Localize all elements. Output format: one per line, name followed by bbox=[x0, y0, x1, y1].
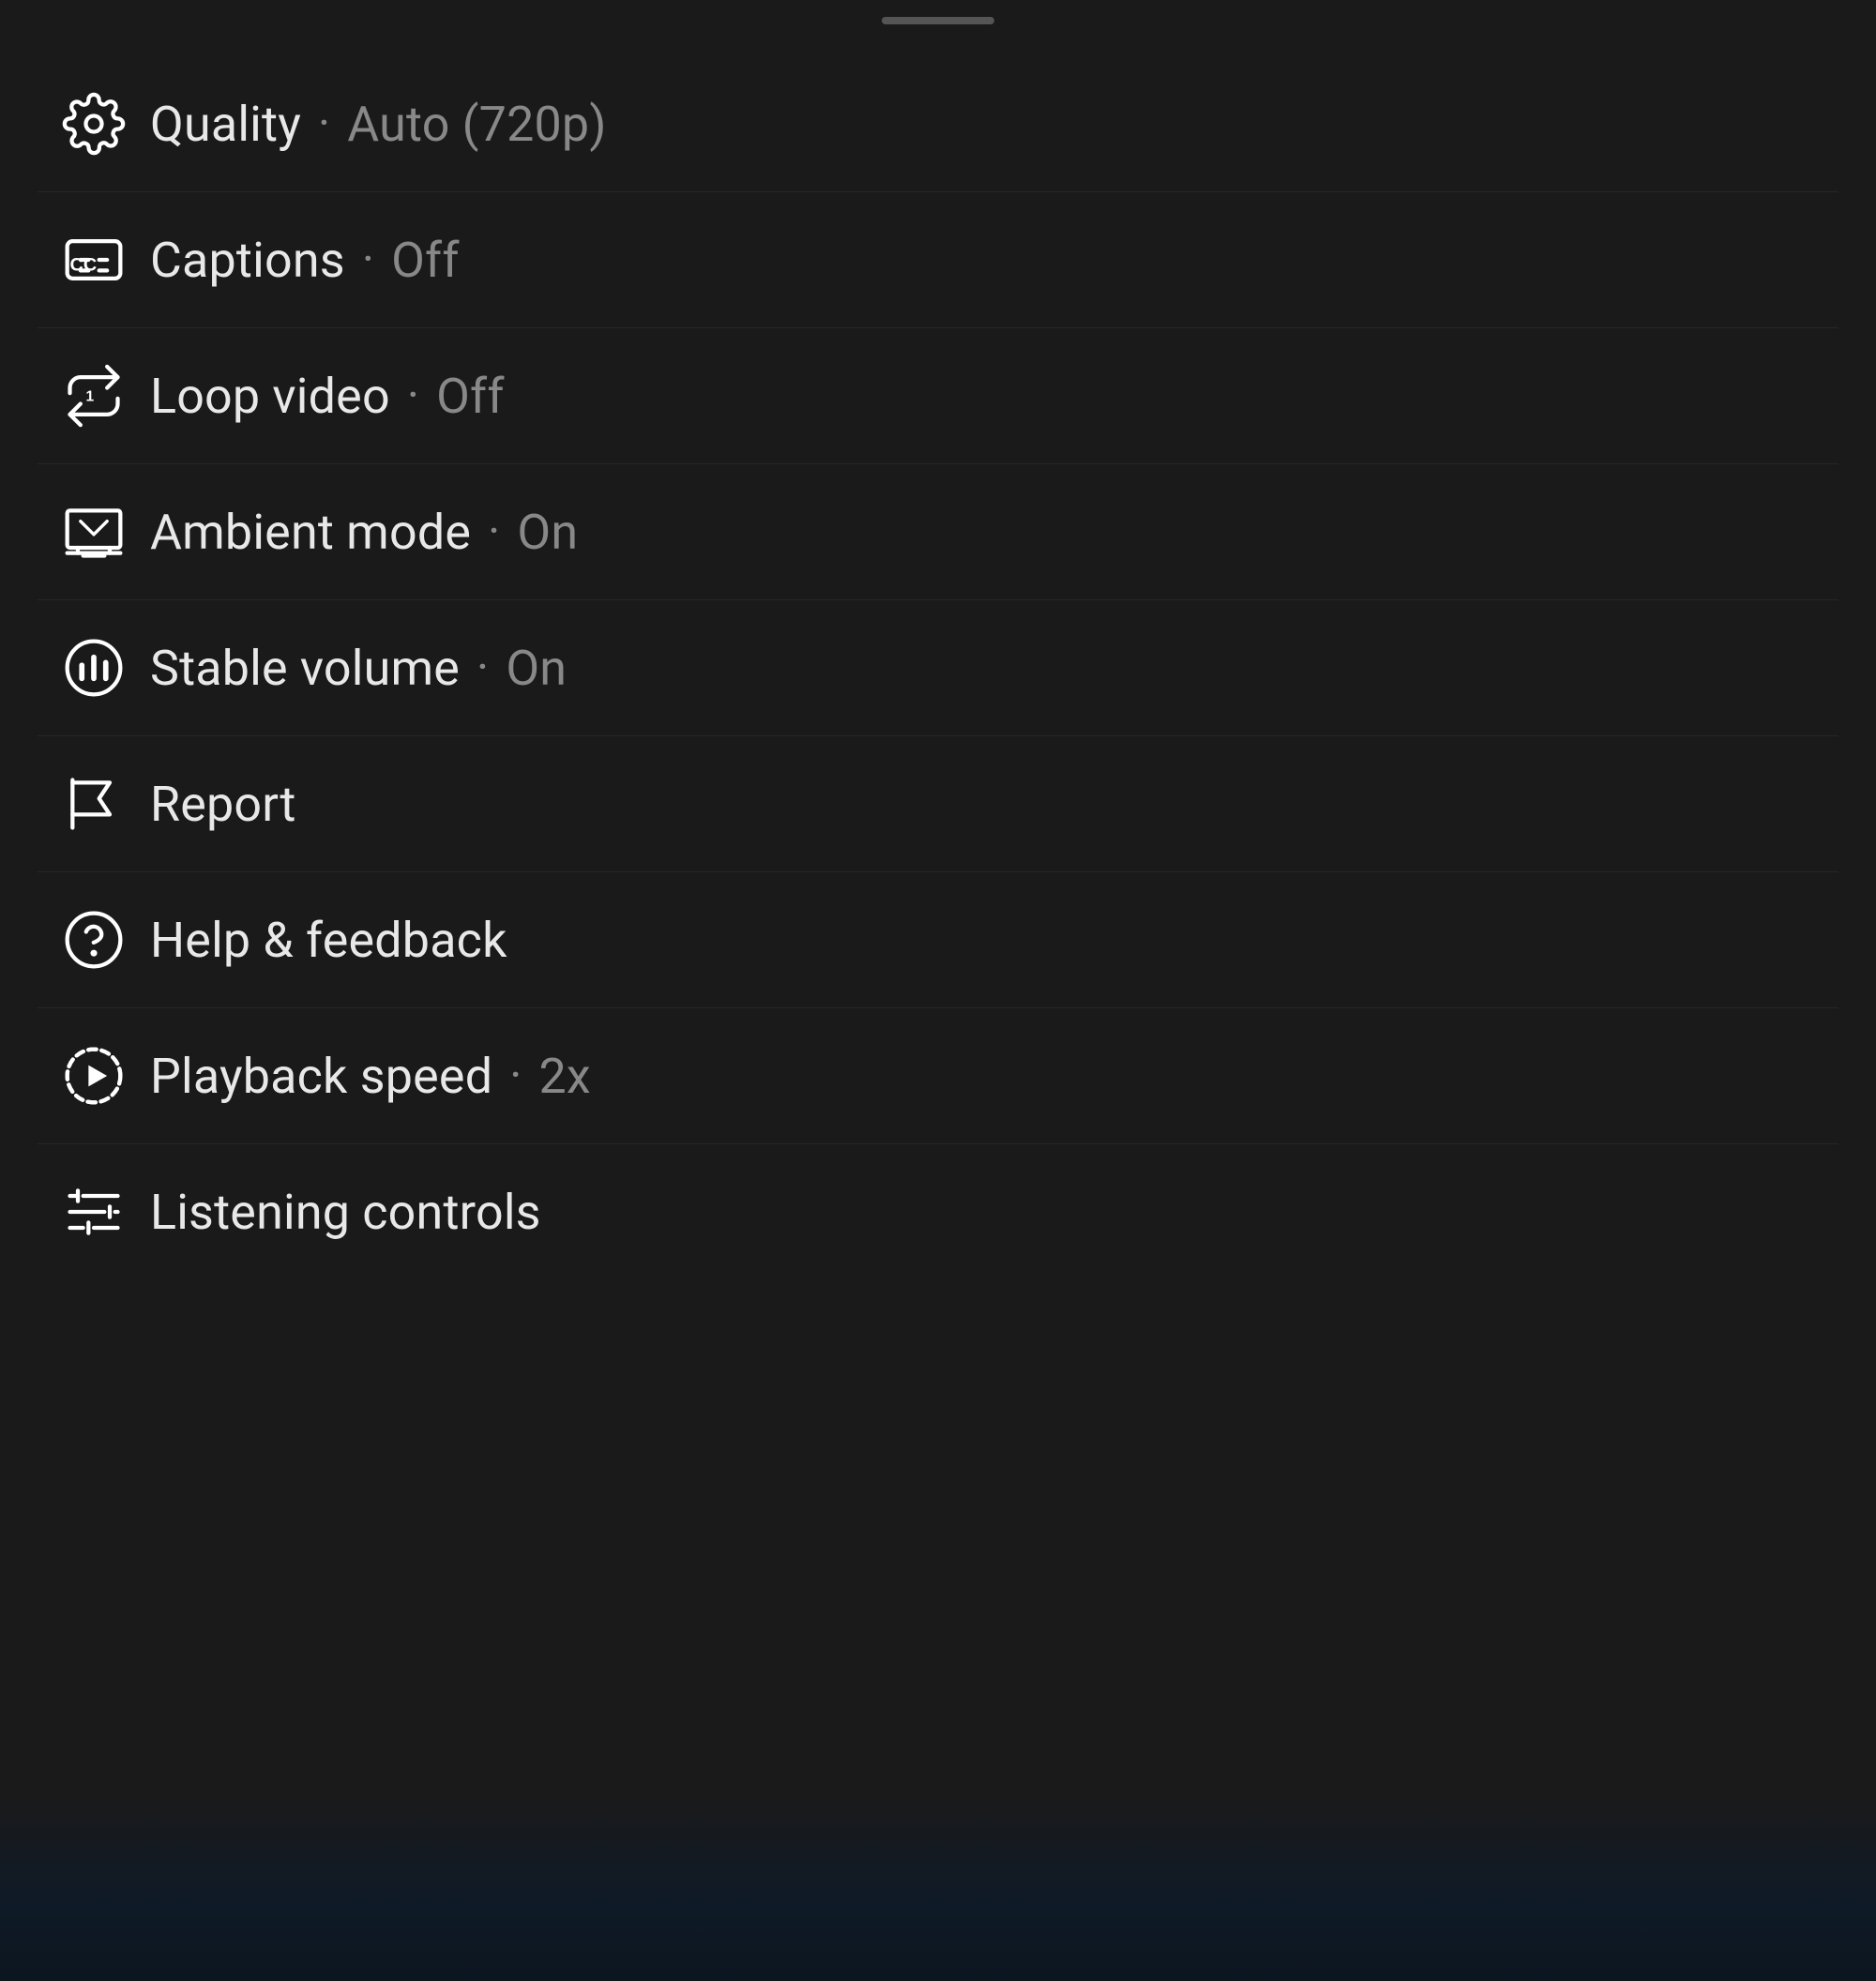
loop-video-menu-item[interactable]: 1 Loop video · Off bbox=[38, 328, 1838, 464]
playback-speed-separator: · bbox=[509, 1049, 522, 1103]
help-icon bbox=[38, 908, 150, 972]
stable-volume-icon bbox=[38, 636, 150, 700]
loop-video-separator: · bbox=[407, 369, 419, 423]
drag-handle bbox=[882, 17, 994, 24]
listening-controls-menu-item[interactable]: Listening controls bbox=[38, 1144, 1838, 1279]
quality-value: Auto (720p) bbox=[347, 96, 606, 153]
playback-speed-label: Playback speed bbox=[150, 1048, 492, 1105]
menu-container: Quality · Auto (720p) CC Captions · Off bbox=[0, 56, 1876, 1279]
svg-text:1: 1 bbox=[86, 389, 95, 405]
captions-value: Off bbox=[391, 232, 460, 289]
ambient-mode-menu-item[interactable]: Ambient mode · On bbox=[38, 464, 1838, 600]
help-feedback-label: Help & feedback bbox=[150, 912, 507, 969]
loop-icon: 1 bbox=[38, 364, 150, 428]
ambient-mode-value: On bbox=[517, 504, 578, 561]
listening-controls-label: Listening controls bbox=[150, 1184, 541, 1241]
loop-video-value: Off bbox=[436, 368, 505, 425]
help-feedback-menu-item[interactable]: Help & feedback bbox=[38, 872, 1838, 1008]
captions-separator: · bbox=[362, 233, 374, 287]
quality-separator: · bbox=[318, 97, 330, 151]
stable-volume-label: Stable volume bbox=[150, 640, 460, 697]
captions-menu-item[interactable]: CC Captions · Off bbox=[38, 192, 1838, 328]
report-label: Report bbox=[150, 776, 296, 833]
quality-menu-item[interactable]: Quality · Auto (720p) bbox=[38, 56, 1838, 192]
captions-icon: CC bbox=[38, 228, 150, 292]
listening-controls-icon bbox=[38, 1180, 150, 1244]
playback-speed-value: 2x bbox=[539, 1048, 591, 1105]
playback-speed-icon bbox=[38, 1044, 150, 1108]
ambient-icon bbox=[38, 500, 150, 564]
stable-volume-menu-item[interactable]: Stable volume · On bbox=[38, 600, 1838, 736]
playback-speed-menu-item[interactable]: Playback speed · 2x bbox=[38, 1008, 1838, 1144]
stable-volume-separator: · bbox=[477, 641, 489, 695]
report-menu-item[interactable]: Report bbox=[38, 736, 1838, 872]
ambient-mode-separator: · bbox=[488, 505, 500, 559]
flag-icon bbox=[38, 772, 150, 836]
bottom-background bbox=[0, 1793, 1876, 1981]
quality-label: Quality bbox=[150, 96, 301, 153]
stable-volume-value: On bbox=[506, 640, 567, 697]
ambient-mode-label: Ambient mode bbox=[150, 504, 471, 561]
loop-video-label: Loop video bbox=[150, 368, 390, 425]
gear-icon bbox=[38, 92, 150, 156]
captions-label: Captions bbox=[150, 232, 345, 289]
svg-text:CC: CC bbox=[70, 254, 98, 275]
